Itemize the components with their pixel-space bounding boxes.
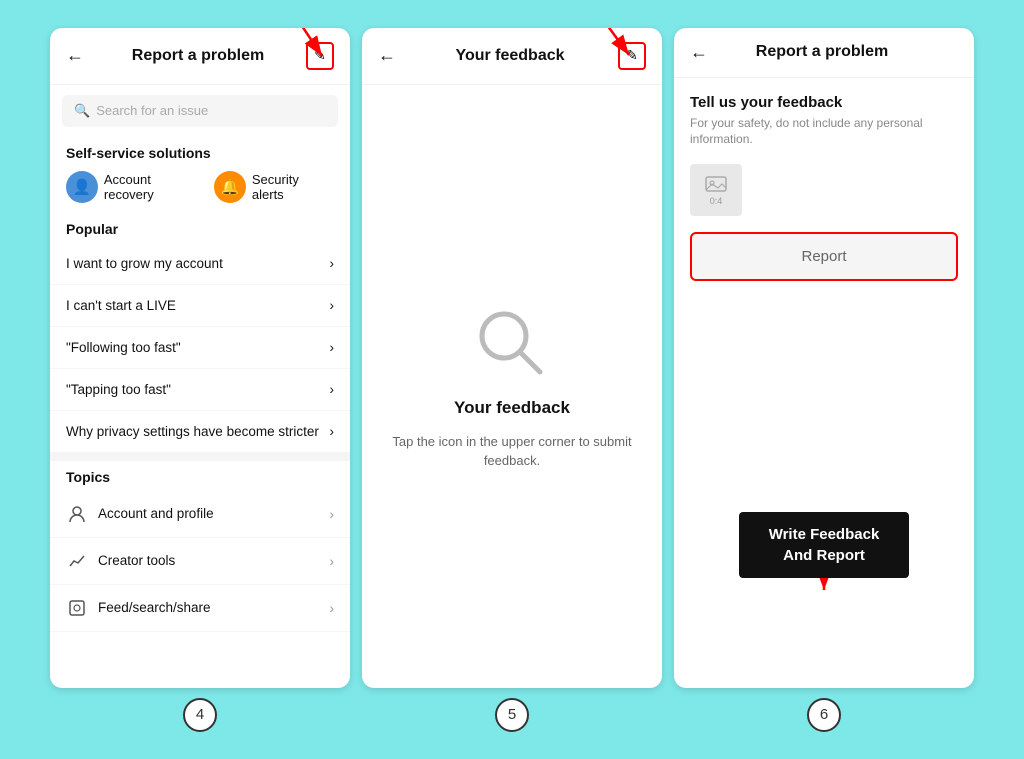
search-placeholder-4: Search for an issue [96,103,208,118]
list-item-grow[interactable]: I want to grow my account › [50,243,350,285]
edit-icon-4: ✎ [314,47,326,64]
account-recovery-label: Account recovery [104,172,204,202]
topic-creator-label: Creator tools [98,553,319,568]
account-recovery-icon: 👤 [66,171,98,203]
annotation-box: Write Feedback And Report [739,512,909,578]
topic-account-icon [66,503,88,525]
security-alerts-label: Security alerts [252,172,334,202]
screen-6: ← Report a problem Tell us your feedback… [674,28,974,688]
edit-icon-button-4[interactable]: ✎ [306,42,334,70]
back-button-4[interactable]: ← [66,45,90,66]
topic-creator-icon [66,550,88,572]
image-placeholder[interactable]: 0:4 [690,164,742,216]
screen5-title: Your feedback [402,47,618,65]
edit-icon-button-5[interactable]: ✎ [618,42,646,70]
topic-account[interactable]: Account and profile › [50,491,350,538]
feedback-empty-state: Your feedback Tap the icon in the upper … [362,85,662,688]
screen6-title: Report a problem [714,43,930,61]
chevron-feed: › [329,600,334,616]
screen4-title: Report a problem [90,47,306,65]
image-counter: 0:4 [710,196,723,206]
list-item-privacy-label: Why privacy settings have become stricte… [66,424,319,439]
screen4-header: ← Report a problem ✎ [50,28,350,85]
security-alerts-item[interactable]: 🔔 Security alerts [214,171,334,203]
topic-feed[interactable]: Feed/search/share › [50,585,350,632]
divider-4 [50,453,350,461]
list-item-live[interactable]: I can't start a LIVE › [50,285,350,327]
chevron-privacy: › [330,424,335,439]
screen6-body: Tell us your feedback For your safety, d… [674,78,974,298]
chevron-tapping: › [330,382,335,397]
topic-account-label: Account and profile [98,506,319,521]
screen-4: ← Report a problem ✎ 🔍 Se [50,28,350,688]
security-alerts-icon: 🔔 [214,171,246,203]
tell-us-title: Tell us your feedback [690,94,958,111]
feedback-empty-subtitle: Tap the icon in the upper corner to subm… [382,432,642,471]
account-recovery-item[interactable]: 👤 Account recovery [66,171,204,203]
list-item-live-label: I can't start a LIVE [66,298,176,313]
chevron-grow: › [330,256,335,271]
topic-creator[interactable]: Creator tools › [50,538,350,585]
step-number-4: 4 [183,698,217,732]
tell-us-subtitle: For your safety, do not include any pers… [690,115,958,149]
list-item-following[interactable]: "Following too fast" › [50,327,350,369]
list-item-tapping[interactable]: "Tapping too fast" › [50,369,350,411]
feedback-empty-title: Your feedback [454,398,570,418]
back-button-5[interactable]: ← [378,45,402,66]
list-item-grow-label: I want to grow my account [66,256,223,271]
list-item-privacy[interactable]: Why privacy settings have become stricte… [50,411,350,453]
topic-feed-icon [66,597,88,619]
search-icon-4: 🔍 [74,103,90,119]
screen5-header: ← Your feedback ✎ [362,28,662,85]
step-number-6: 6 [807,698,841,732]
chevron-live: › [330,298,335,313]
popular-title: Popular [50,213,350,243]
search-bar-4[interactable]: 🔍 Search for an issue [62,95,338,127]
screen-5: ← Your feedback ✎ [362,28,662,688]
topic-feed-label: Feed/search/share [98,600,319,615]
chevron-creator: › [329,553,334,569]
screen6-header: ← Report a problem [674,28,974,78]
chevron-following: › [330,340,335,355]
chevron-account: › [329,506,334,522]
list-item-following-label: "Following too fast" [66,340,181,355]
self-service-title: Self-service solutions [50,137,350,167]
edit-icon-5: ✎ [626,47,638,64]
back-button-6[interactable]: ← [690,42,714,63]
report-button[interactable]: Report [690,232,958,281]
step-number-5: 5 [495,698,529,732]
self-service-items: 👤 Account recovery 🔔 Security alerts [50,167,350,213]
list-item-tapping-label: "Tapping too fast" [66,382,171,397]
topics-title: Topics [50,461,350,491]
magnifier-icon [472,304,552,384]
